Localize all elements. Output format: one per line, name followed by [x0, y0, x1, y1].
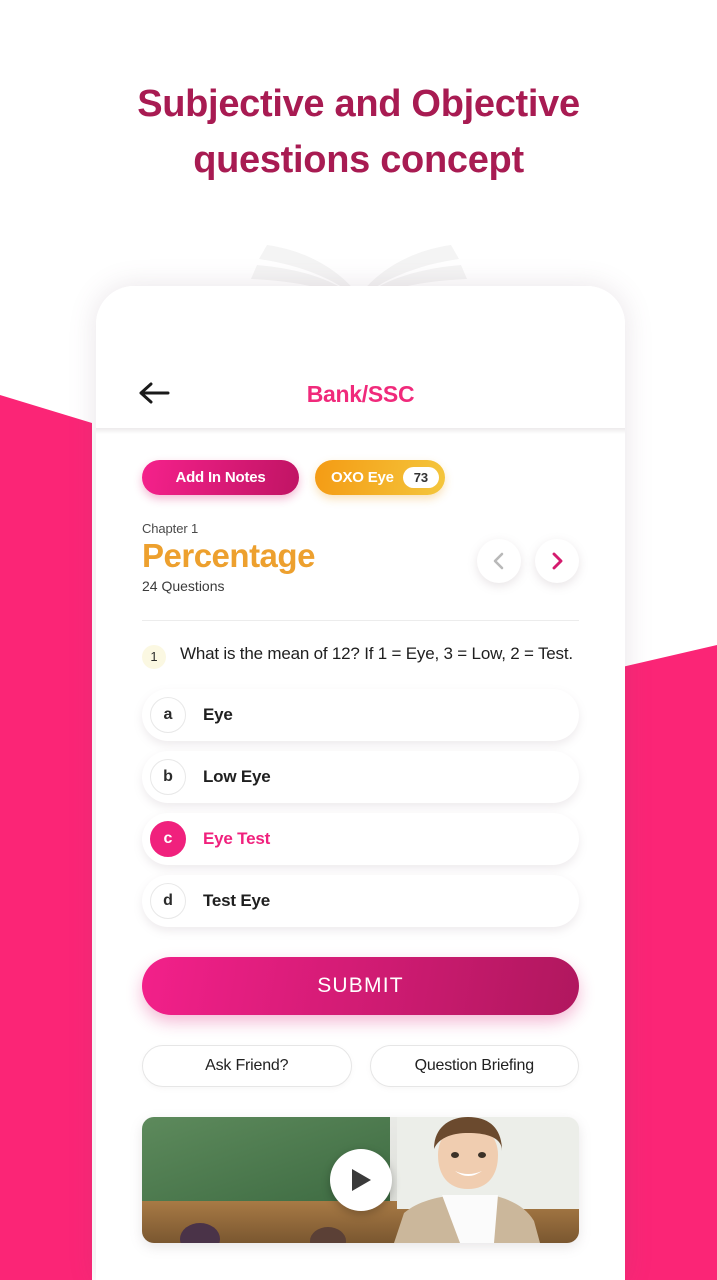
- decorative-pink-shape-left: [0, 395, 92, 1280]
- app-content: Add In Notes OXO Eye 73 Chapter 1 Percen…: [96, 460, 625, 1243]
- secondary-actions: Ask Friend? Question Briefing: [142, 1044, 579, 1087]
- previous-chapter-button[interactable]: [477, 539, 521, 583]
- video-thumbnail-card[interactable]: [142, 1116, 579, 1243]
- pill-row: Add In Notes OXO Eye 73: [142, 460, 579, 495]
- option-label: Low Eye: [203, 766, 271, 786]
- play-button[interactable]: [329, 1148, 392, 1211]
- chevron-left-icon: [493, 552, 504, 570]
- option-a[interactable]: a Eye: [142, 688, 579, 741]
- option-label: Eye: [203, 704, 233, 724]
- options-list: a Eye b Low Eye c Eye Test d Test Eye: [142, 688, 579, 927]
- chapter-block: Chapter 1 Percentage 24 Questions: [142, 521, 579, 621]
- option-label: Test Eye: [203, 890, 271, 910]
- phone-mockup: Bank/SSC Add In Notes OXO Eye 73 Chapter…: [96, 286, 625, 1280]
- question-text: What is the mean of 12? If 1 = Eye, 3 = …: [180, 643, 573, 663]
- app-header: Bank/SSC: [96, 286, 625, 428]
- page-title: Subjective and Objective questions conce…: [137, 83, 580, 181]
- option-letter: a: [150, 696, 186, 733]
- oxo-eye-label: OXO Eye: [331, 469, 394, 486]
- decorative-pink-shape-right: [622, 645, 717, 1280]
- option-d[interactable]: d Test Eye: [142, 874, 579, 927]
- header-divider: [96, 428, 625, 434]
- play-icon: [351, 1168, 371, 1191]
- option-label: Eye Test: [203, 828, 271, 848]
- option-letter: b: [150, 758, 186, 795]
- option-c[interactable]: c Eye Test: [142, 812, 579, 865]
- chevron-right-icon: [552, 552, 563, 570]
- option-letter: c: [150, 820, 186, 857]
- chapter-label: Chapter 1: [142, 521, 199, 536]
- question-number: 1: [142, 644, 166, 669]
- back-button[interactable]: [134, 378, 174, 408]
- question-briefing-button[interactable]: Question Briefing: [369, 1044, 579, 1087]
- oxo-eye-button[interactable]: OXO Eye 73: [315, 460, 445, 495]
- ask-friend-button[interactable]: Ask Friend?: [142, 1044, 352, 1087]
- option-letter: d: [150, 882, 186, 919]
- oxo-eye-count-badge: 73: [402, 467, 439, 488]
- app-title: Bank/SSC: [306, 381, 415, 407]
- submit-button[interactable]: SUBMIT: [142, 956, 579, 1015]
- next-chapter-button[interactable]: [535, 539, 579, 583]
- arrow-left-icon: [139, 382, 170, 404]
- option-b[interactable]: b Low Eye: [142, 750, 579, 803]
- add-in-notes-label: Add In Notes: [175, 469, 266, 486]
- chapter-nav: [477, 539, 579, 583]
- add-in-notes-button[interactable]: Add In Notes: [142, 460, 299, 495]
- question-row: 1 What is the mean of 12? If 1 = Eye, 3 …: [142, 643, 579, 669]
